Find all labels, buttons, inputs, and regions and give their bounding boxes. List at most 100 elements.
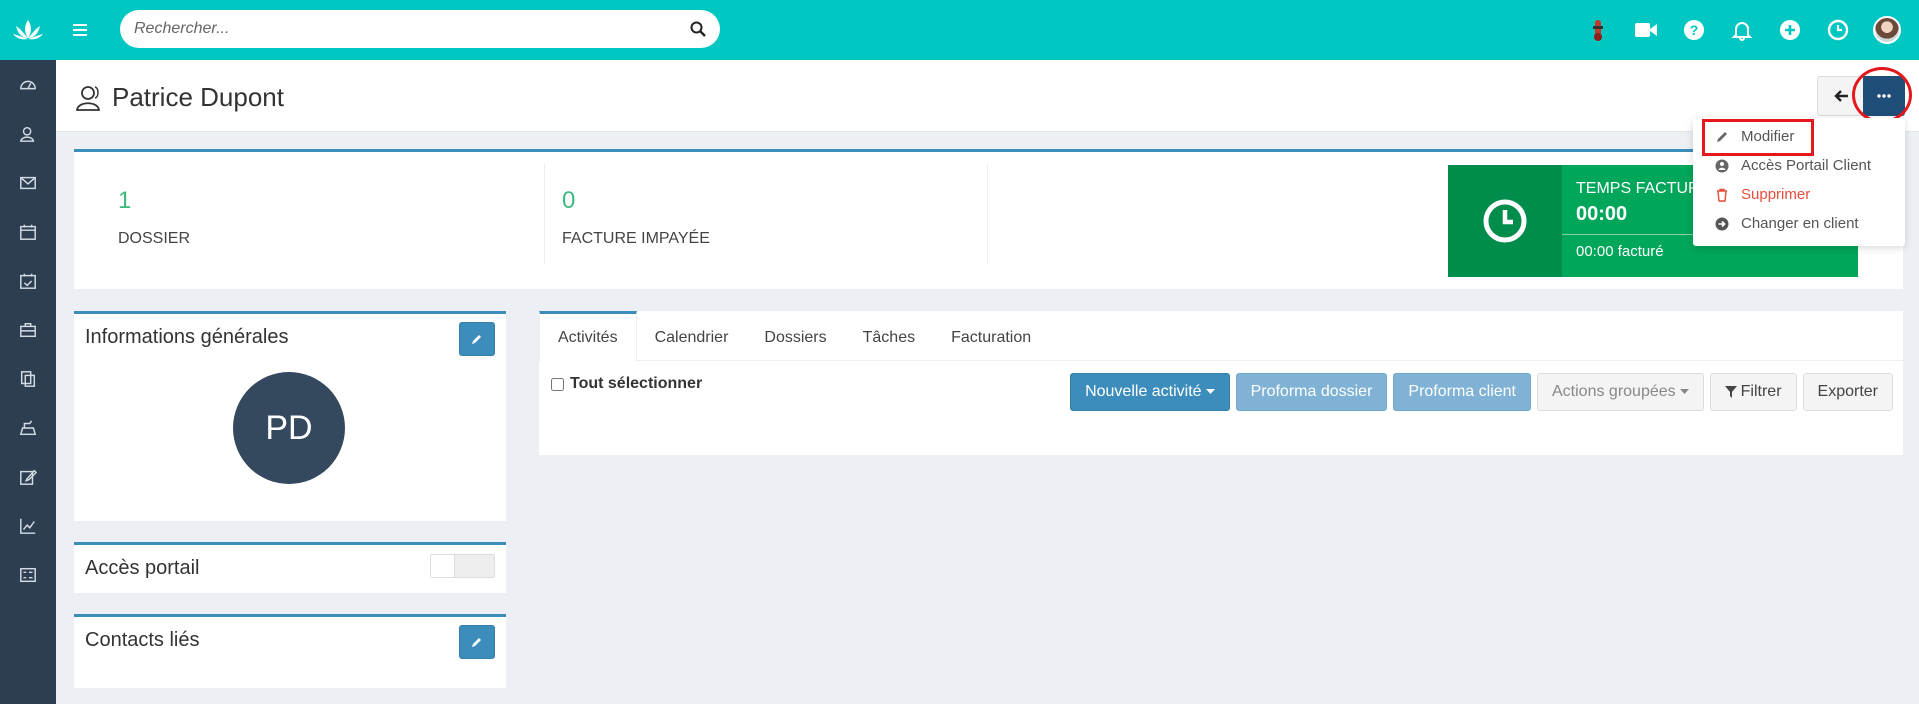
video-call-button[interactable]	[1633, 17, 1659, 43]
button-label: Exporter	[1817, 383, 1878, 400]
new-activity-button[interactable]: Nouvelle activité	[1070, 373, 1230, 411]
menu-item-convert-client[interactable]: Changer en client	[1693, 209, 1905, 238]
documents-icon	[20, 370, 36, 387]
page-title: Patrice Dupont	[74, 82, 284, 113]
video-camera-icon	[1635, 23, 1657, 37]
tab-dossiers[interactable]: Dossiers	[746, 311, 844, 361]
page-header: Patrice Dupont	[56, 60, 1919, 132]
sidebar-item-dashboard[interactable]	[0, 60, 56, 109]
globe-user-icon	[1715, 159, 1729, 172]
stats-panel: 1 Dossier 0 Facture impayée Temps factur…	[74, 149, 1903, 289]
pencil-icon	[472, 335, 481, 344]
action-toolbar: Nouvelle activité Proforma dossier Profo…	[1070, 373, 1893, 411]
clock-icon	[1827, 19, 1849, 41]
card-title: Accès portail	[85, 557, 200, 579]
menu-item-delete[interactable]: Supprimer	[1693, 180, 1905, 209]
general-info-card: Informations générales PD	[74, 311, 506, 521]
button-label: Proforma dossier	[1250, 383, 1373, 400]
time-tracking-button[interactable]	[1825, 17, 1851, 43]
search-input[interactable]	[134, 20, 690, 38]
divider	[544, 164, 545, 264]
button-label: Actions groupées	[1552, 383, 1676, 400]
calendar-check-icon	[20, 273, 36, 289]
card-title: Informations générales	[85, 326, 289, 348]
linked-contacts-card: Contacts liés	[74, 614, 506, 688]
sidebar	[0, 0, 56, 704]
time-value: 00:00	[1576, 203, 1628, 225]
timer-status-button[interactable]	[1585, 17, 1611, 43]
add-button[interactable]	[1777, 17, 1803, 43]
stat-label: Dossier	[118, 230, 191, 247]
menu-toggle-button[interactable]	[56, 0, 104, 60]
grid-list-icon	[20, 567, 36, 582]
sidebar-item-notes[interactable]	[0, 452, 56, 501]
select-all-checkbox[interactable]	[551, 377, 564, 391]
divider	[987, 164, 988, 264]
tab-calendrier[interactable]: Calendrier	[637, 311, 747, 361]
svg-text:?: ?	[1690, 22, 1699, 38]
search-icon[interactable]	[690, 21, 706, 37]
sidebar-item-contacts[interactable]	[0, 109, 56, 158]
export-button[interactable]: Exporter	[1802, 373, 1893, 411]
sidebar-item-settings[interactable]	[0, 550, 56, 599]
sidebar-item-reports[interactable]	[0, 501, 56, 550]
proforma-dossier-button[interactable]: Proforma dossier	[1235, 373, 1388, 411]
select-all[interactable]: Tout sélectionner	[551, 375, 702, 393]
mail-icon	[20, 176, 36, 189]
calendar-icon	[20, 224, 36, 240]
tab-taches[interactable]: Tâches	[845, 311, 933, 361]
user-outline-icon	[75, 85, 101, 111]
time-billed: 00:00 facturé	[1576, 243, 1664, 260]
help-button[interactable]: ?	[1681, 17, 1707, 43]
filter-button[interactable]: Filtrer	[1709, 373, 1797, 411]
edit-general-info-button[interactable]	[459, 322, 495, 356]
edit-icon	[20, 469, 37, 485]
arrow-circle-right-icon	[1715, 217, 1729, 230]
plus-circle-icon	[1780, 20, 1800, 40]
sidebar-item-cases[interactable]	[0, 305, 56, 354]
activity-tabs-panel: Activités Calendrier Dossiers Tâches Fac…	[539, 311, 1903, 455]
arrow-left-icon	[1833, 90, 1848, 102]
thermometer-icon	[1593, 20, 1603, 41]
stat-label: Facture impayée	[562, 230, 710, 247]
filter-icon	[1724, 386, 1737, 398]
sidebar-item-calendar[interactable]	[0, 207, 56, 256]
card-title: Contacts liés	[85, 629, 200, 651]
menu-item-label: Accès Portail Client	[1741, 157, 1872, 174]
bell-icon	[1731, 22, 1753, 41]
search-box	[120, 10, 720, 48]
line-chart-icon	[20, 518, 36, 534]
proforma-client-button[interactable]: Proforma client	[1393, 373, 1531, 411]
menu-item-label: Supprimer	[1741, 186, 1811, 203]
edit-linked-contacts-button[interactable]	[459, 625, 495, 659]
time-label: Temps factur	[1576, 180, 1700, 197]
app-logo[interactable]	[0, 0, 56, 60]
contacts-icon	[19, 126, 35, 142]
sidebar-item-tasks[interactable]	[0, 256, 56, 305]
lotus-logo-icon	[13, 20, 43, 40]
user-avatar[interactable]	[1873, 16, 1901, 44]
notifications-button[interactable]	[1729, 17, 1755, 43]
contact-avatar: PD	[233, 372, 345, 484]
tab-activites[interactable]: Activités	[539, 311, 637, 362]
button-label: Nouvelle activité	[1085, 383, 1202, 400]
sidebar-item-billing[interactable]	[0, 403, 56, 452]
sidebar-item-documents[interactable]	[0, 354, 56, 403]
stat-value: 1	[118, 187, 132, 214]
tab-facturation[interactable]: Facturation	[933, 311, 1049, 361]
caret-down-icon	[1205, 389, 1215, 394]
sidebar-item-mail[interactable]	[0, 158, 56, 207]
grouped-actions-button[interactable]: Actions groupées	[1537, 373, 1704, 411]
top-bar: ?	[56, 0, 1919, 60]
menu-item-label: Changer en client	[1741, 215, 1859, 232]
cash-register-icon	[19, 419, 37, 435]
stat-value: 0	[562, 187, 576, 214]
tab-bar: Activités Calendrier Dossiers Tâches Fac…	[539, 311, 1903, 362]
dashboard-icon	[20, 80, 36, 89]
highlight-circle	[1852, 67, 1912, 123]
portal-access-toggle[interactable]	[430, 554, 495, 578]
button-label: Filtrer	[1740, 383, 1782, 400]
question-circle-icon: ?	[1684, 20, 1704, 40]
caret-down-icon	[1679, 389, 1689, 394]
portal-access-card: Accès portail	[74, 542, 506, 593]
